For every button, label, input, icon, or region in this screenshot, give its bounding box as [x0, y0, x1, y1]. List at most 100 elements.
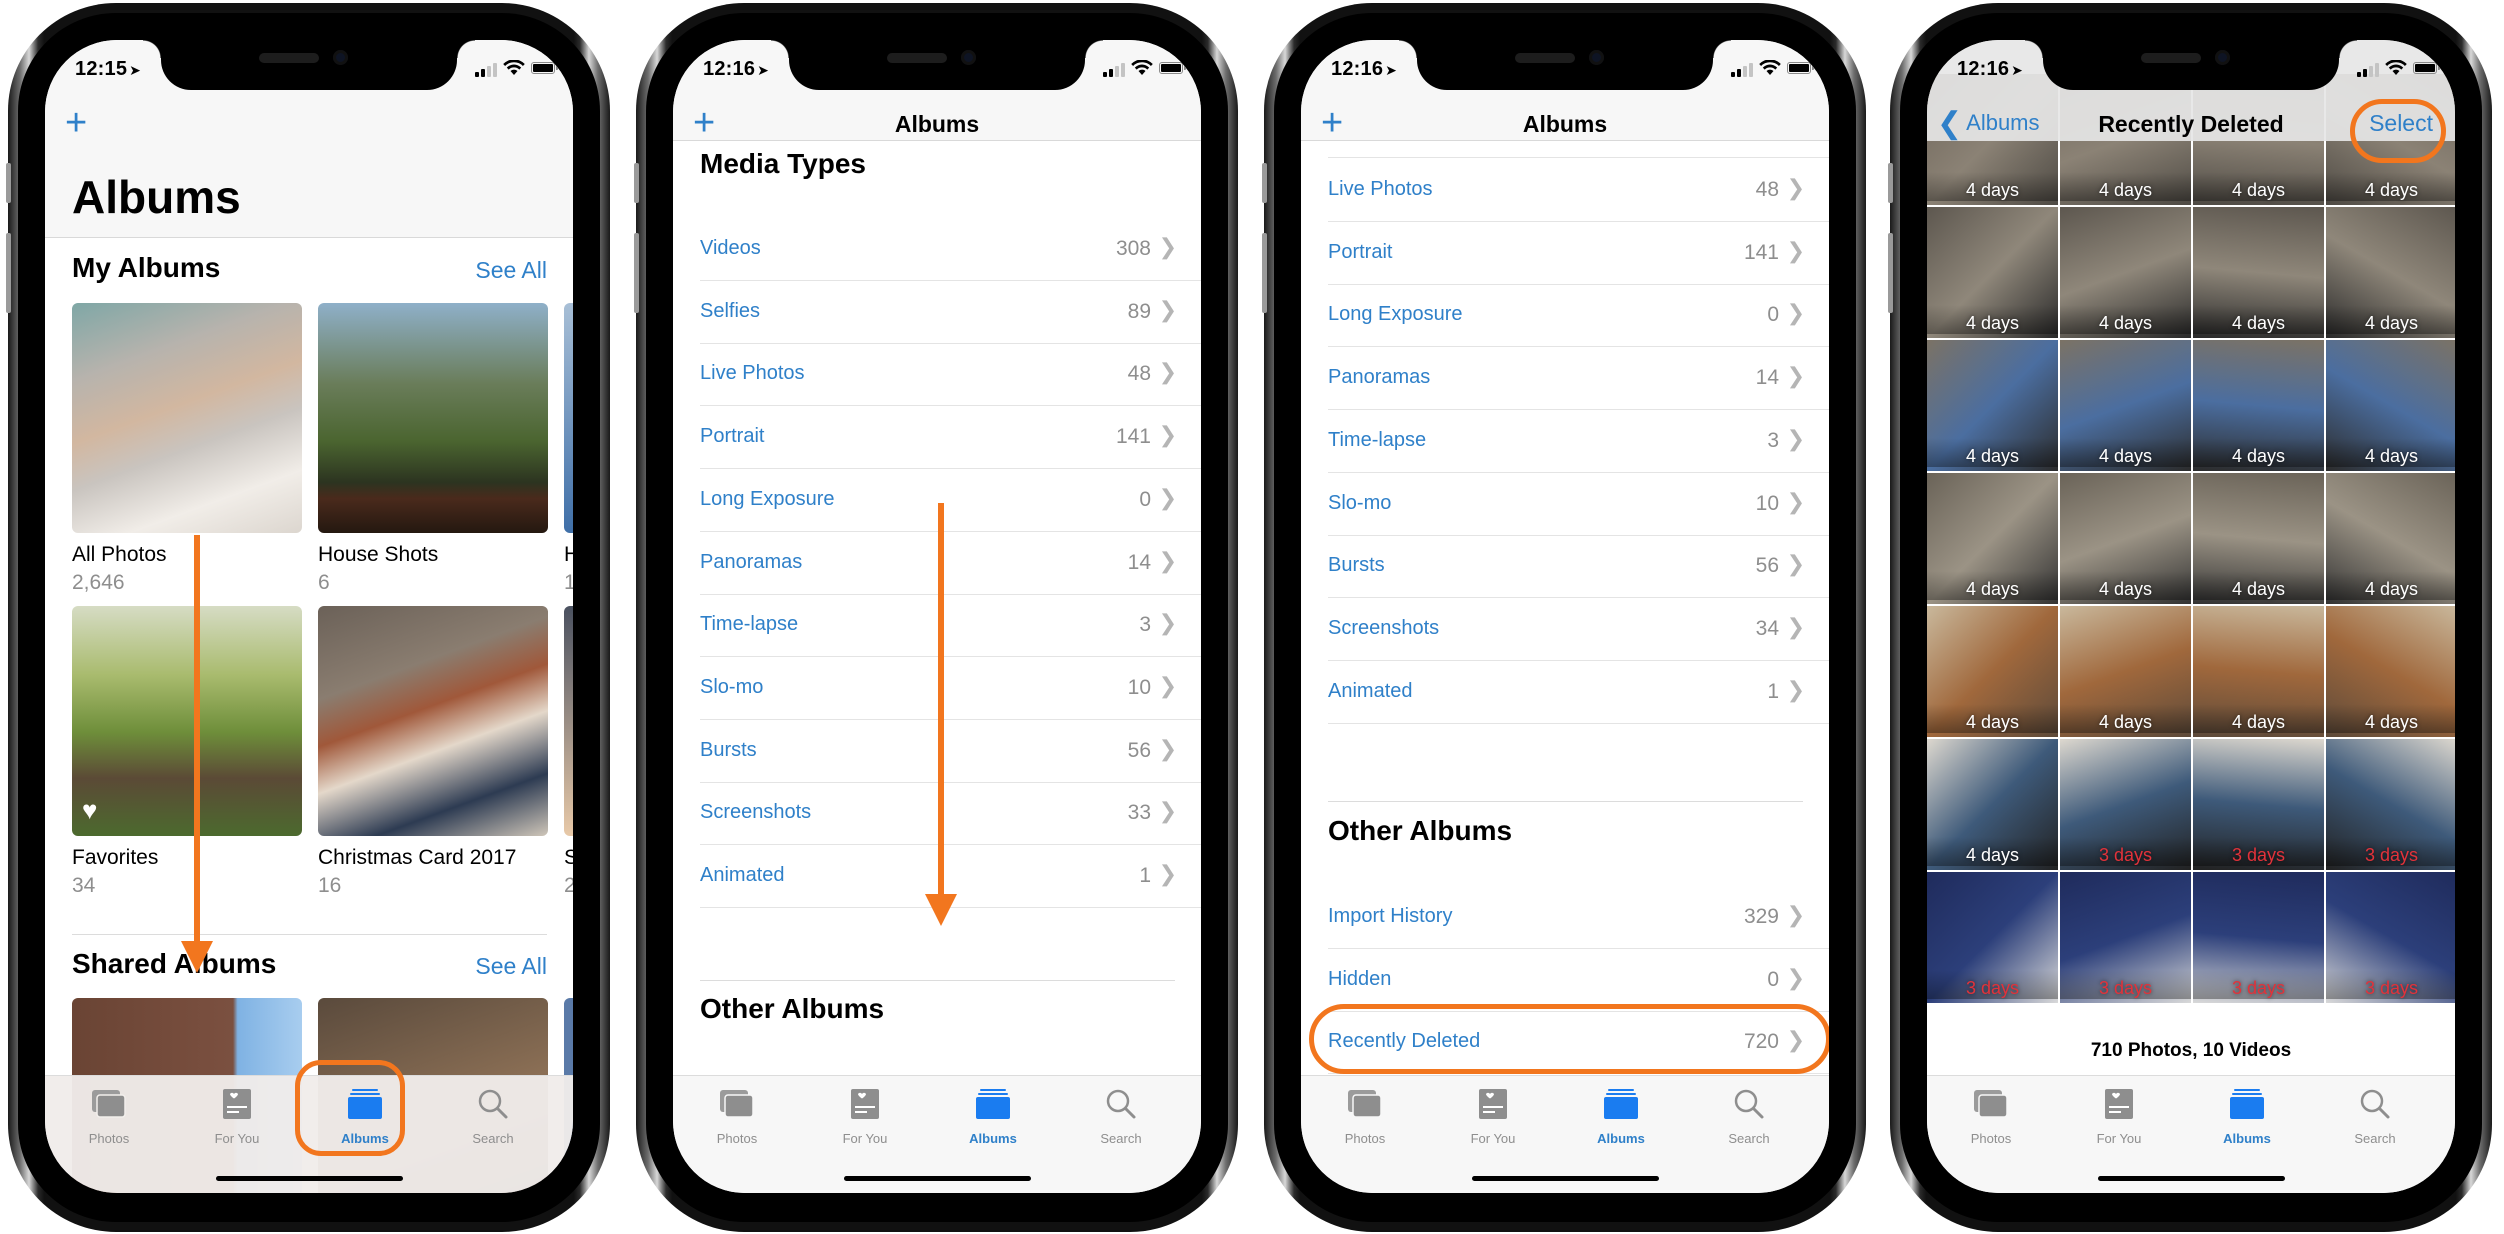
- deleted-photo-thumbnail[interactable]: 4 days: [1927, 340, 2058, 471]
- media-type-row[interactable]: Slo-mo 10 ❯: [1328, 473, 1829, 536]
- chevron-right-icon: ❯: [1158, 484, 1177, 510]
- deleted-photo-thumbnail[interactable]: 3 days: [2193, 739, 2324, 870]
- days-remaining-label: 4 days: [2326, 305, 2455, 334]
- album-house-shots[interactable]: House Shots 6: [318, 303, 548, 595]
- days-remaining-label: 4 days: [2060, 438, 2191, 467]
- tab-photos[interactable]: Photos: [1315, 1088, 1415, 1146]
- for-you-icon: [851, 1089, 879, 1119]
- tab-for-you[interactable]: For You: [187, 1088, 287, 1146]
- tab-for-you[interactable]: For You: [2069, 1088, 2169, 1146]
- tab-search[interactable]: Search: [1699, 1088, 1799, 1146]
- tab-label: Albums: [1597, 1131, 1645, 1146]
- tab-albums[interactable]: Albums: [943, 1088, 1043, 1146]
- media-type-row[interactable]: Panoramas 14 ❯: [1328, 347, 1829, 411]
- media-type-row[interactable]: Time-lapse 3 ❯: [1328, 410, 1829, 473]
- row-label: Live Photos: [1328, 178, 1433, 200]
- deleted-photo-thumbnail[interactable]: 3 days: [2060, 872, 2191, 1003]
- tab-photos[interactable]: Photos: [687, 1088, 787, 1146]
- tab-search[interactable]: Search: [2325, 1088, 2425, 1146]
- media-type-row[interactable]: Long Exposure 0 ❯: [1328, 284, 1829, 348]
- section-divider: [72, 934, 547, 935]
- days-remaining-label: 3 days: [2193, 970, 2324, 999]
- deleted-photo-thumbnail[interactable]: 3 days: [2326, 872, 2455, 1003]
- other-album-row[interactable]: Import History 329 ❯: [1328, 886, 1829, 949]
- deleted-photo-thumbnail[interactable]: 4 days: [2326, 473, 2455, 604]
- deleted-photo-thumbnail[interactable]: 4 days: [2060, 473, 2191, 604]
- media-type-row[interactable]: Selfies 89 ❯: [700, 281, 1201, 344]
- deleted-photo-thumbnail[interactable]: 4 days: [2060, 207, 2191, 338]
- media-type-row[interactable]: Portrait 141 ❯: [1328, 222, 1829, 285]
- row-count: 141: [1115, 425, 1151, 449]
- deleted-photo-thumbnail[interactable]: 4 days: [1927, 473, 2058, 604]
- signal-icon: [1103, 63, 1131, 77]
- phone-media-types: 12:16 ➤ + Albums Media Types Videos 308 ❯ Se…: [634, 3, 1238, 1232]
- media-type-row[interactable]: Screenshots 34 ❯: [1328, 598, 1829, 661]
- media-type-row[interactable]: Portrait 141 ❯: [700, 406, 1201, 470]
- tab-for-you[interactable]: For You: [815, 1088, 915, 1146]
- days-remaining-label: 4 days: [2193, 571, 2324, 600]
- deleted-photo-thumbnail[interactable]: 3 days: [1927, 872, 2058, 1003]
- search-icon: [2360, 1089, 2390, 1119]
- tab-bar: Photos For You Albums Search: [1301, 1075, 1829, 1193]
- tab-photos[interactable]: Photos: [1941, 1088, 2041, 1146]
- deleted-photo-thumbnail[interactable]: 3 days: [2193, 872, 2324, 1003]
- chevron-right-icon: ❯: [1158, 359, 1177, 385]
- deleted-photo-thumbnail[interactable]: 4 days: [2193, 606, 2324, 737]
- media-type-row[interactable]: Bursts 56 ❯: [1328, 535, 1829, 599]
- albums-icon: [2230, 1089, 2264, 1119]
- add-album-button[interactable]: +: [65, 104, 87, 142]
- tab-albums[interactable]: Albums: [1571, 1088, 1671, 1146]
- annotation-highlight-select: [2350, 99, 2446, 163]
- album-partial-h[interactable]: H 1: [564, 303, 573, 595]
- screen: 12:15 ➤ + Albums My Albums See All All Ph…: [45, 40, 573, 1193]
- deleted-photo-thumbnail[interactable]: 4 days: [1927, 207, 2058, 338]
- days-remaining-label: 3 days: [2060, 970, 2191, 999]
- annotation-scroll-arrow: [177, 535, 217, 973]
- deleted-photo-thumbnail[interactable]: 4 days: [2193, 340, 2324, 471]
- deleted-photo-thumbnail[interactable]: 4 days: [1927, 606, 2058, 737]
- albums-icon: [976, 1089, 1010, 1119]
- tab-search[interactable]: Search: [1071, 1088, 1171, 1146]
- media-type-row[interactable]: Live Photos 48 ❯: [700, 343, 1201, 407]
- volume-up-button: [1888, 233, 1893, 313]
- screen: 12:16 ➤ + Albums Live Photos 48 ❯ Portrait 14…: [1301, 40, 1829, 1193]
- chevron-right-icon: ❯: [1158, 422, 1177, 448]
- camera-icon: [2215, 50, 2230, 65]
- album-partial-s[interactable]: S 2: [564, 606, 573, 898]
- volume-up-button: [6, 233, 11, 313]
- deleted-photo-thumbnail[interactable]: 4 days: [2326, 606, 2455, 737]
- tab-photos[interactable]: Photos: [59, 1088, 159, 1146]
- my-albums-see-all-link[interactable]: See All: [475, 257, 547, 284]
- deleted-photo-thumbnail[interactable]: 3 days: [2326, 739, 2455, 870]
- notch: [771, 40, 1103, 90]
- album-thumbnail: [72, 303, 302, 533]
- deleted-photo-thumbnail[interactable]: 4 days: [2060, 340, 2191, 471]
- shared-albums-see-all-link[interactable]: See All: [475, 953, 547, 980]
- tab-search[interactable]: Search: [443, 1088, 543, 1146]
- tab-label: For You: [214, 1131, 260, 1146]
- row-count: 3: [1767, 428, 1779, 452]
- days-remaining-label: 4 days: [2060, 172, 2191, 201]
- days-remaining-label: 4 days: [2326, 438, 2455, 467]
- other-album-row[interactable]: Hidden 0 ❯: [1328, 949, 1829, 1012]
- row-label: Time-lapse: [1328, 428, 1427, 451]
- deleted-photo-thumbnail[interactable]: 4 days: [1927, 739, 2058, 870]
- section-divider: [700, 980, 1175, 981]
- deleted-photo-thumbnail[interactable]: 4 days: [2326, 207, 2455, 338]
- days-remaining-label: 4 days: [2193, 172, 2324, 201]
- tab-label: Search: [2354, 1131, 2396, 1146]
- deleted-photo-thumbnail[interactable]: 4 days: [2060, 606, 2191, 737]
- album-christmas-card-2017[interactable]: Christmas Card 2017 16: [318, 606, 548, 898]
- deleted-photo-thumbnail[interactable]: 3 days: [2060, 739, 2191, 870]
- media-type-row[interactable]: Videos 308 ❯: [700, 218, 1201, 281]
- media-type-row[interactable]: Animated 1 ❯: [1328, 661, 1829, 724]
- row-count: 0: [1767, 303, 1779, 327]
- search-icon: [478, 1089, 508, 1119]
- deleted-photo-thumbnail[interactable]: 4 days: [2193, 473, 2324, 604]
- tab-for-you[interactable]: For You: [1443, 1088, 1543, 1146]
- deleted-photo-thumbnail[interactable]: 4 days: [2193, 207, 2324, 338]
- deleted-photo-thumbnail[interactable]: 4 days: [2326, 340, 2455, 471]
- phone-recently-deleted: 12:16 ➤ 4 days 4 days 4 days 4 days 4 days 4 d…: [1888, 3, 2492, 1232]
- media-type-row[interactable]: Live Photos 48 ❯: [1328, 159, 1829, 222]
- tab-albums[interactable]: Albums: [2197, 1088, 2297, 1146]
